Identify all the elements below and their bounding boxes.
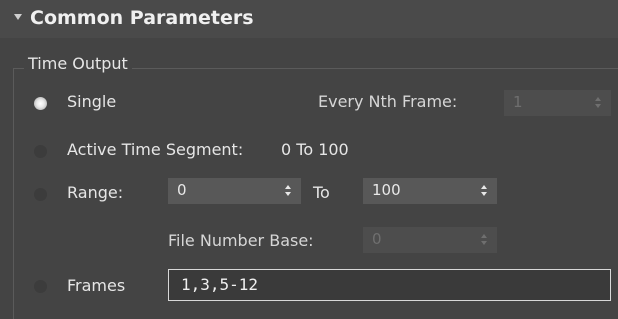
every-nth-frame-value: 1 xyxy=(513,93,523,111)
collapse-arrow-icon[interactable] xyxy=(14,14,22,20)
range-start-spinner[interactable]: 0 xyxy=(168,178,301,204)
spinner-arrows-icon[interactable] xyxy=(595,97,602,109)
range-to-label: To xyxy=(313,183,330,202)
active-time-segment-value: 0 To 100 xyxy=(281,140,349,159)
range-label: Range: xyxy=(67,183,124,202)
range-end-spinner[interactable]: 100 xyxy=(363,178,497,204)
frames-label: Frames xyxy=(67,276,126,295)
spinner-arrows-icon[interactable] xyxy=(481,185,488,197)
range-radio[interactable] xyxy=(34,188,47,201)
active-time-segment-label: Active Time Segment: xyxy=(67,140,244,159)
single-radio[interactable] xyxy=(34,97,47,110)
single-label: Single xyxy=(67,92,117,111)
rollout-title: Common Parameters xyxy=(30,7,254,29)
file-number-base-value: 0 xyxy=(372,230,382,248)
rollout-header[interactable]: Common Parameters xyxy=(0,0,618,38)
spinner-arrows-icon[interactable] xyxy=(481,234,488,246)
spinner-arrows-icon[interactable] xyxy=(285,185,292,197)
group-label: Time Output xyxy=(24,54,132,73)
frames-radio[interactable] xyxy=(34,280,47,293)
file-number-base-spinner[interactable]: 0 xyxy=(363,227,497,253)
every-nth-frame-label: Every Nth Frame: xyxy=(318,92,458,111)
range-start-value: 0 xyxy=(177,181,187,199)
every-nth-frame-spinner[interactable]: 1 xyxy=(504,90,611,116)
file-number-base-label: File Number Base: xyxy=(168,231,314,250)
active-time-segment-radio[interactable] xyxy=(34,145,47,158)
frames-input[interactable]: 1,3,5-12 xyxy=(168,269,611,301)
range-end-value: 100 xyxy=(372,181,401,199)
